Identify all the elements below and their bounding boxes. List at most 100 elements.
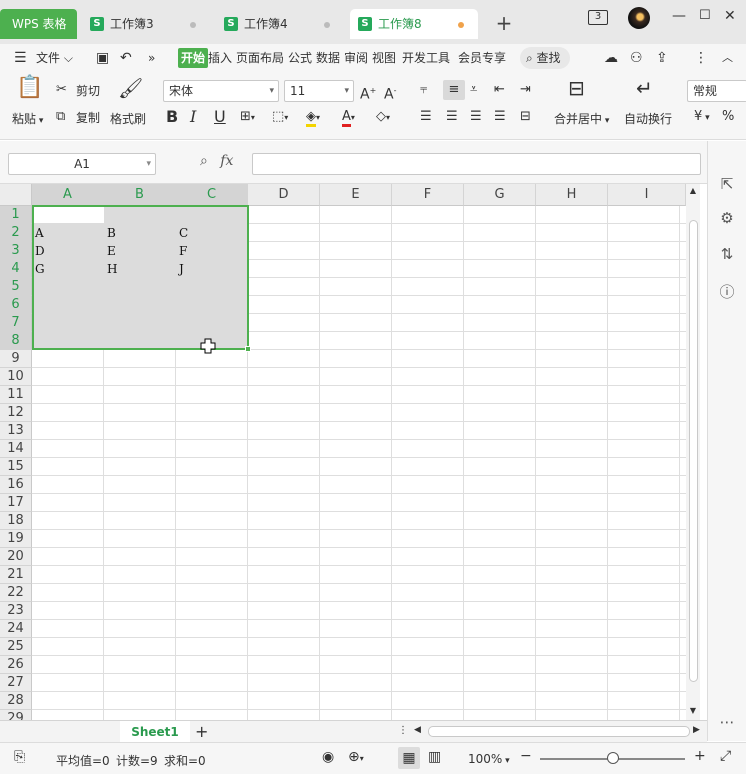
justify-icon[interactable]: ☰ bbox=[494, 107, 506, 127]
wps-app-tab[interactable]: WPS 表格 bbox=[0, 9, 77, 39]
tab-workbook3[interactable]: S 工作簿3 bbox=[82, 9, 210, 39]
new-tab-icon[interactable]: + bbox=[494, 12, 514, 34]
merge-center-icon[interactable]: ⊟ bbox=[568, 78, 585, 98]
row-header-23[interactable]: 23 bbox=[0, 602, 32, 620]
col-header-d[interactable]: D bbox=[248, 184, 320, 206]
zoom-search-icon[interactable]: ⌕ bbox=[200, 153, 208, 169]
col-header-b[interactable]: B bbox=[104, 184, 176, 206]
tab-formulas[interactable]: 公式 bbox=[288, 48, 312, 68]
font-color-icon[interactable]: A▾ bbox=[342, 107, 355, 128]
sheet-scroll-left-icon[interactable]: ⋮ bbox=[398, 725, 408, 736]
save-icon[interactable]: ▣ bbox=[96, 48, 109, 68]
normal-view-icon[interactable]: ▦ bbox=[398, 747, 420, 769]
select-pointer-icon[interactable]: ⇱ bbox=[716, 175, 738, 193]
row-header-19[interactable]: 19 bbox=[0, 530, 32, 548]
col-header-g[interactable]: G bbox=[464, 184, 536, 206]
avatar[interactable] bbox=[628, 7, 650, 29]
wrap-text-icon[interactable]: ↵ bbox=[636, 78, 653, 98]
format-icon[interactable]: ⇅ bbox=[716, 245, 738, 263]
eye-protection-icon[interactable]: ◉ bbox=[322, 749, 334, 765]
tab-view[interactable]: 视图 bbox=[372, 48, 396, 68]
row-header-25[interactable]: 25 bbox=[0, 638, 32, 656]
more-icon[interactable]: ⋮ bbox=[694, 48, 708, 68]
undo-icon[interactable]: ↶ bbox=[120, 48, 132, 68]
font-name-select[interactable]: 宋体 ▾ bbox=[163, 80, 279, 102]
col-header-e[interactable]: E bbox=[320, 184, 392, 206]
tab-workbook8[interactable]: S 工作簿8 bbox=[350, 9, 478, 39]
row-header-18[interactable]: 18 bbox=[0, 512, 32, 530]
row-header-27[interactable]: 27 bbox=[0, 674, 32, 692]
align-middle-icon[interactable]: ≡ bbox=[443, 80, 465, 100]
currency-button[interactable]: ¥ ▾ bbox=[694, 109, 710, 124]
scroll-down-icon[interactable]: ▼ bbox=[688, 706, 698, 716]
properties-icon[interactable]: ⚙ bbox=[716, 209, 738, 227]
search-box[interactable]: ⌕ 查找 bbox=[520, 47, 570, 69]
zoom-slider-knob[interactable] bbox=[607, 752, 619, 764]
row-header-3[interactable]: 3 bbox=[0, 242, 32, 260]
tab-data[interactable]: 数据 bbox=[316, 48, 340, 68]
bold-icon[interactable]: B bbox=[166, 107, 178, 127]
scroll-up-icon[interactable]: ▲ bbox=[688, 186, 698, 196]
maximize-icon[interactable]: ☐ bbox=[699, 8, 711, 23]
vertical-scroll-thumb[interactable] bbox=[689, 220, 698, 682]
collapse-ribbon-icon[interactable]: ︿ bbox=[722, 48, 733, 68]
cut-button[interactable]: 剪切 bbox=[76, 82, 100, 99]
increase-indent-icon[interactable]: ⇥ bbox=[520, 80, 531, 100]
row-header-13[interactable]: 13 bbox=[0, 422, 32, 440]
fill-handle[interactable] bbox=[245, 346, 251, 352]
decrease-indent-icon[interactable]: ⇤ bbox=[494, 80, 505, 100]
row-header-10[interactable]: 10 bbox=[0, 368, 32, 386]
sheet-tab-sheet1[interactable]: Sheet1 bbox=[120, 721, 190, 743]
horizontal-scroll-thumb[interactable] bbox=[428, 726, 690, 737]
fx-icon[interactable]: fx bbox=[220, 153, 233, 169]
close-dot-icon[interactable] bbox=[324, 22, 330, 28]
decrease-font-icon[interactable]: A- bbox=[384, 81, 396, 105]
merge-center-button[interactable]: 合并居中 ▾ bbox=[554, 110, 609, 127]
row-header-29[interactable]: 29 bbox=[0, 710, 32, 720]
more-chevron-icon[interactable]: » bbox=[148, 48, 155, 68]
row-header-8[interactable]: 8 bbox=[0, 332, 32, 350]
export-icon[interactable]: ⇪ bbox=[656, 48, 668, 68]
fill-color-icon[interactable]: ◈▾ bbox=[306, 107, 320, 128]
row-header-24[interactable]: 24 bbox=[0, 620, 32, 638]
col-header-f[interactable]: F bbox=[392, 184, 464, 206]
row-header-4[interactable]: 4 bbox=[0, 260, 32, 278]
cut-icon[interactable]: ✂ bbox=[56, 80, 67, 100]
align-left-icon[interactable]: ☰ bbox=[420, 107, 432, 127]
share-user-icon[interactable]: ⚇ bbox=[630, 48, 643, 68]
row-header-5[interactable]: 5 bbox=[0, 278, 32, 296]
paste-icon[interactable]: 📋 bbox=[16, 77, 43, 99]
hscroll-right-icon[interactable]: ▶ bbox=[693, 725, 700, 735]
row-header-20[interactable]: 20 bbox=[0, 548, 32, 566]
col-header-c[interactable]: C bbox=[176, 184, 248, 206]
fill-effects-icon[interactable]: ⬚▾ bbox=[272, 107, 288, 128]
menu-file[interactable]: 文件 ⌵ bbox=[36, 48, 73, 68]
help-icon[interactable]: ⓘ bbox=[716, 281, 738, 302]
row-header-22[interactable]: 22 bbox=[0, 584, 32, 602]
row-header-21[interactable]: 21 bbox=[0, 566, 32, 584]
copy-icon[interactable]: ⧉ bbox=[56, 107, 65, 127]
zoom-in-icon[interactable]: + bbox=[694, 748, 706, 764]
italic-icon[interactable]: I bbox=[190, 107, 196, 127]
number-format-select[interactable]: 常规 bbox=[687, 80, 746, 102]
row-header-14[interactable]: 14 bbox=[0, 440, 32, 458]
col-header-a[interactable]: A bbox=[32, 184, 104, 206]
row-header-28[interactable]: 28 bbox=[0, 692, 32, 710]
minimize-icon[interactable]: — bbox=[672, 8, 686, 24]
underline-icon[interactable]: U bbox=[214, 107, 226, 127]
tab-home[interactable]: 开始 bbox=[178, 48, 209, 68]
tab-workbook4[interactable]: S 工作簿4 bbox=[216, 9, 344, 39]
add-sheet-icon[interactable]: + bbox=[195, 722, 208, 741]
row-header-9[interactable]: 9 bbox=[0, 350, 32, 368]
paste-button[interactable]: 粘贴 ▾ bbox=[12, 110, 43, 127]
row-header-11[interactable]: 11 bbox=[0, 386, 32, 404]
row-header-17[interactable]: 17 bbox=[0, 494, 32, 512]
close-icon[interactable]: ✕ bbox=[724, 8, 736, 24]
row-header-7[interactable]: 7 bbox=[0, 314, 32, 332]
copy-button[interactable]: 复制 bbox=[76, 109, 100, 126]
row-header-12[interactable]: 12 bbox=[0, 404, 32, 422]
wrap-text-button[interactable]: 自动换行 bbox=[624, 110, 672, 127]
name-box[interactable]: A1 ▾ bbox=[8, 153, 156, 175]
align-center-icon[interactable]: ☰ bbox=[446, 107, 458, 127]
align-top-icon[interactable]: ⫧ bbox=[420, 80, 427, 100]
